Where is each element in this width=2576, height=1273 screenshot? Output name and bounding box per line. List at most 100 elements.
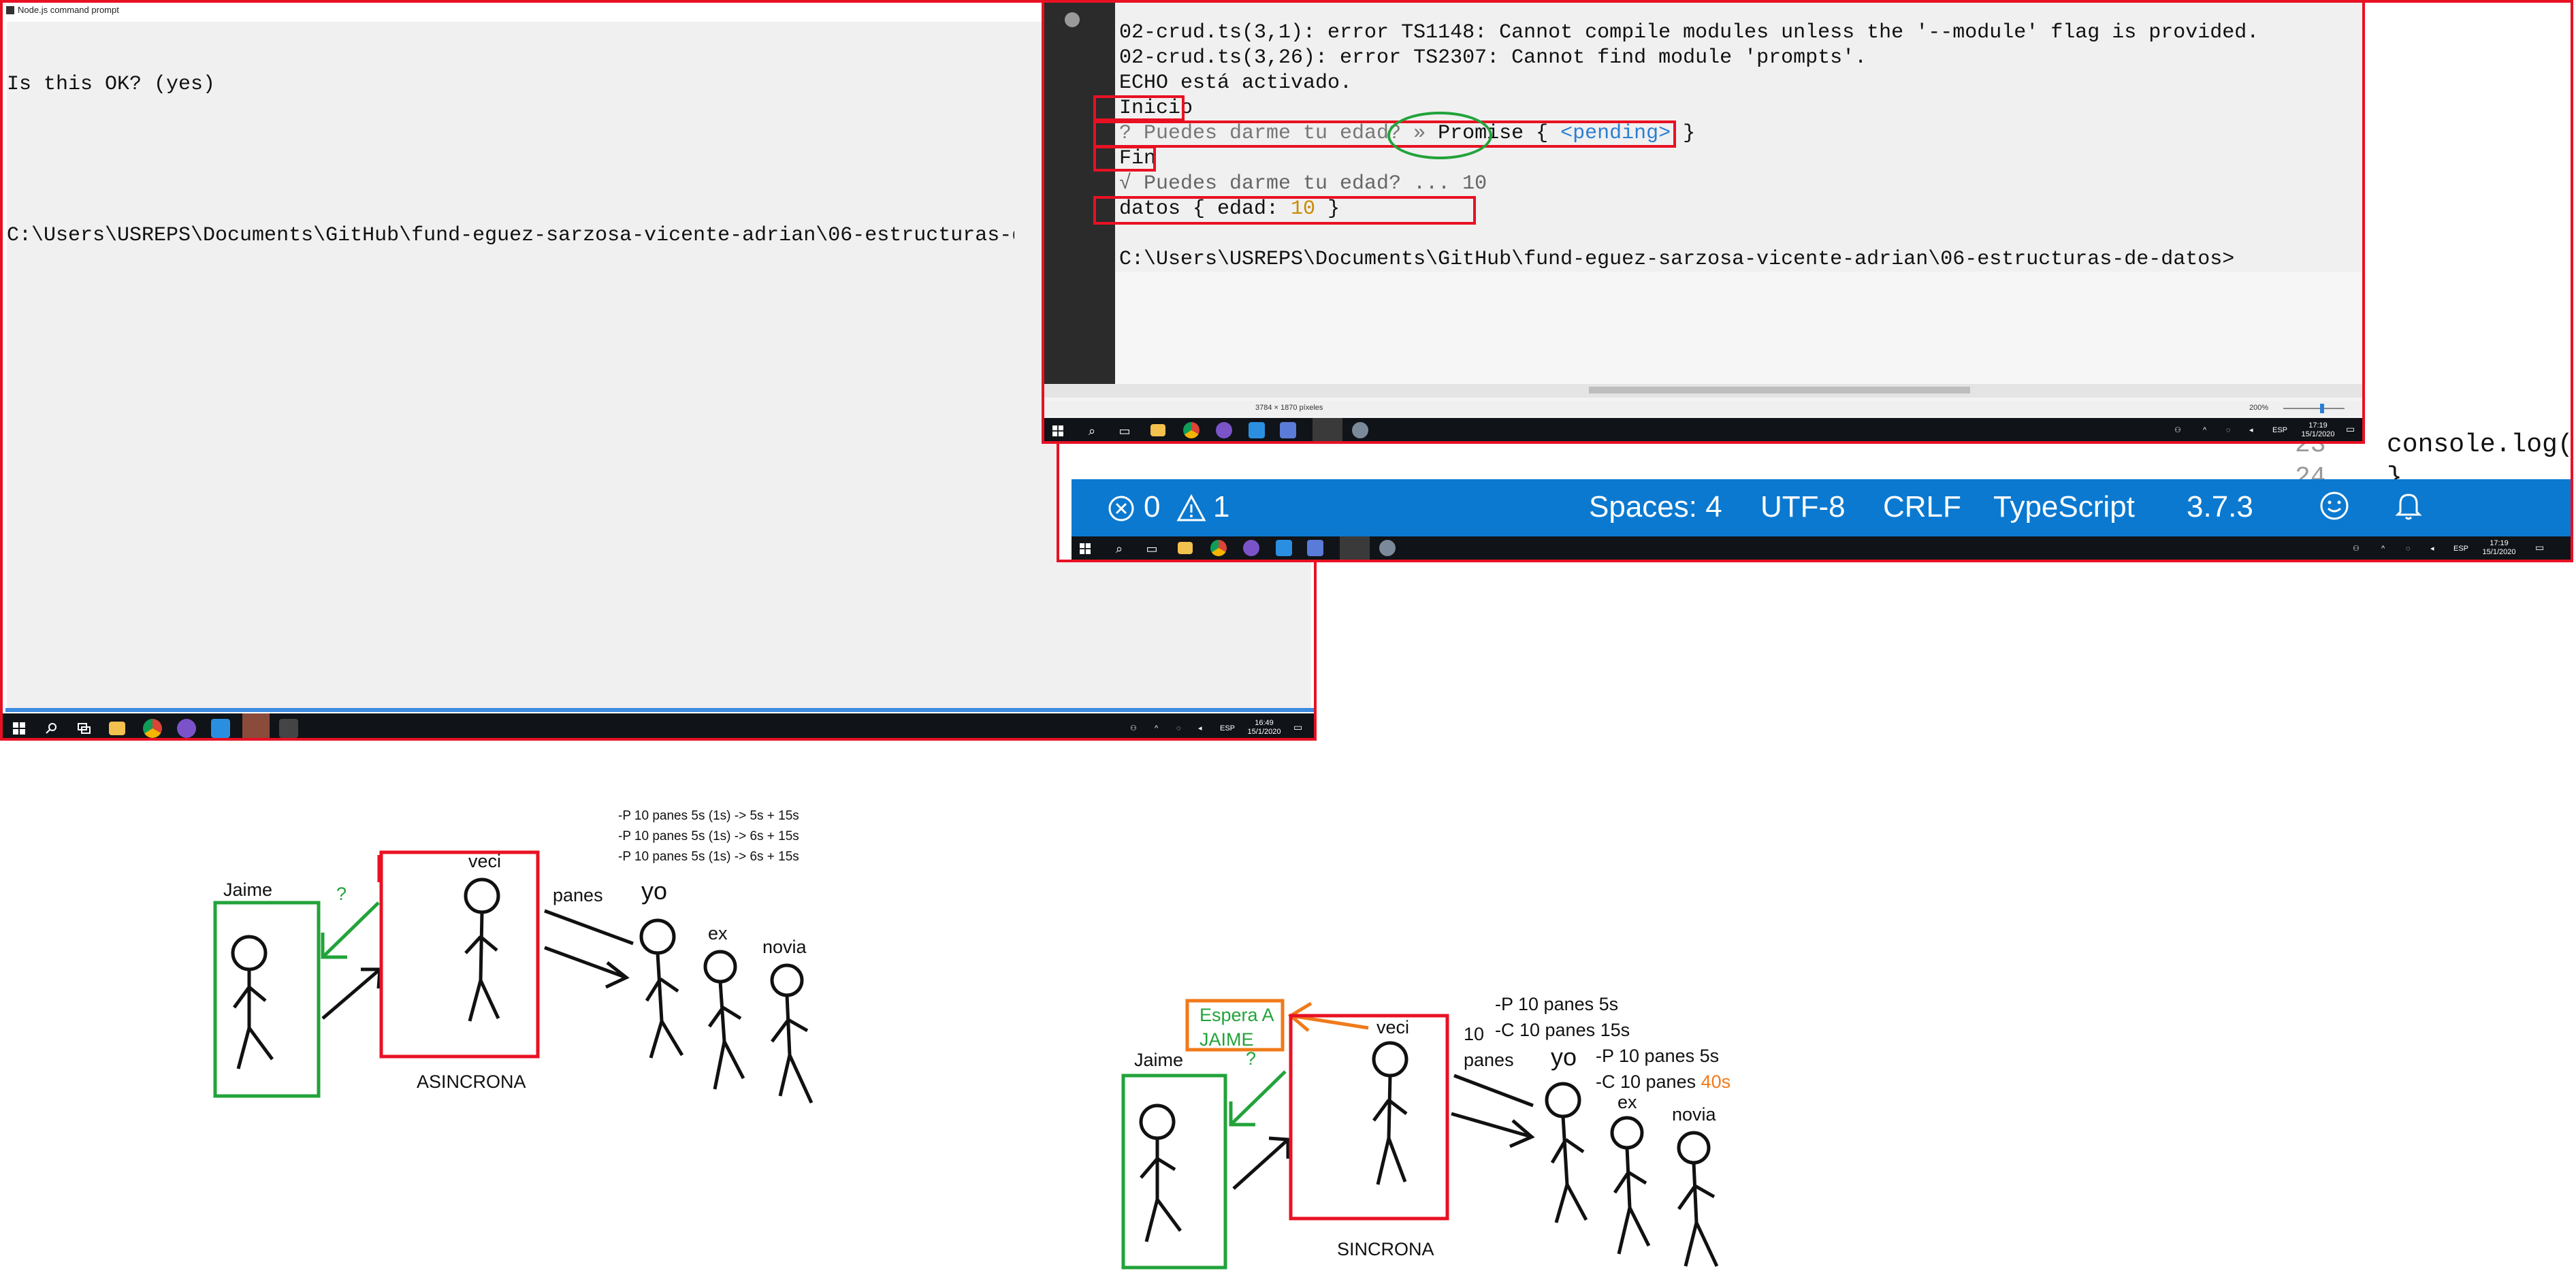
clock[interactable]: 17:19 15/1/2020 — [2301, 421, 2335, 439]
language-indicator[interactable]: ESP — [2453, 545, 2468, 553]
network-icon[interactable]: ◌ — [2226, 426, 2231, 435]
people-icon[interactable]: ⚇ — [2353, 545, 2360, 553]
green-arrow — [321, 901, 380, 959]
eol-setting[interactable]: CRLF — [1883, 490, 1961, 524]
chevron-up-icon[interactable]: ^ — [1155, 724, 1158, 733]
panes-label: panes — [553, 885, 603, 905]
chrome-icon[interactable] — [143, 719, 162, 738]
zoom-slider-thumb[interactable] — [2320, 404, 2324, 413]
errors-count[interactable]: 0 — [1144, 490, 1160, 524]
warnings-count[interactable]: 1 — [1213, 490, 1229, 524]
terminal-line: C:\Users\USREPS\Documents\GitHub\fund-eg… — [1119, 248, 2235, 271]
encoding-setting[interactable]: UTF-8 — [1760, 490, 1846, 524]
ex-label: ex — [708, 923, 728, 944]
clock-date: 15/1/2020 — [2482, 548, 2516, 556]
ex-figure — [703, 950, 745, 1090]
image-viewer-status: 3784 × 1870 píxeles 200% — [1044, 401, 2362, 416]
language-indicator[interactable]: ESP — [2272, 426, 2287, 435]
file-explorer-icon[interactable] — [1150, 424, 1165, 436]
clock[interactable]: 17:19 15/1/2020 — [2482, 539, 2516, 557]
search-icon[interactable] — [42, 719, 61, 738]
terminal-line-answer: √ Puedes darme tu edad? ... 10 — [1119, 172, 1487, 197]
windows-start-icon[interactable] — [1048, 421, 1067, 440]
black-arrow — [1232, 1136, 1290, 1190]
taskbar: ⌕ ▭ ⚇ ^ ◌ ◂ ESP 17:19 15/1/2020 ▭ — [1044, 418, 2362, 441]
notifications-icon[interactable]: ▭ — [2535, 543, 2544, 552]
language-mode[interactable]: TypeScript — [1993, 490, 2135, 524]
task-view-icon[interactable] — [75, 719, 94, 738]
app-icon[interactable] — [1379, 540, 1396, 556]
windows-start-icon[interactable] — [10, 719, 29, 738]
teams-icon[interactable] — [1307, 540, 1323, 556]
veci-label: veci — [468, 851, 502, 871]
search-icon[interactable]: ⌕ — [1110, 539, 1129, 558]
novia-label: novia — [1672, 1104, 1716, 1125]
task-view-icon[interactable]: ▭ — [1142, 539, 1161, 558]
code-line: console.log('Fin'); — [2387, 430, 2573, 460]
feedback-smiley-icon[interactable] — [2319, 490, 2350, 529]
people-icon[interactable]: ⚇ — [1130, 724, 1137, 733]
terminal-line: ECHO está activado. — [1119, 71, 1353, 95]
language-indicator[interactable]: ESP — [1220, 724, 1235, 733]
terminal-line: 02-crud.ts(3,26): error TS2307: Cannot f… — [1119, 46, 1867, 69]
volume-icon[interactable]: ◂ — [2249, 426, 2253, 435]
notifications-bell-icon[interactable] — [2395, 490, 2422, 529]
clock-time: 17:19 — [2490, 539, 2509, 547]
annotation-box-promise — [1093, 120, 1676, 148]
terminal-icon[interactable] — [279, 719, 298, 738]
app-icon[interactable] — [177, 719, 196, 738]
jaime-label: Jaime — [223, 880, 273, 900]
question-label: ? — [336, 884, 347, 904]
espera-label-line2: JAIME — [1200, 1029, 1254, 1050]
app-icon[interactable] — [1243, 540, 1259, 556]
scrollbar-thumb[interactable] — [1589, 387, 1970, 393]
horizontal-scrollbar[interactable] — [1044, 384, 2362, 398]
terminal-icon[interactable] — [1313, 418, 1342, 441]
chevron-up-icon[interactable]: ^ — [2203, 426, 2206, 435]
chrome-icon[interactable] — [1183, 422, 1200, 438]
indentation-setting[interactable]: Spaces: 4 — [1589, 490, 1722, 524]
chevron-up-icon[interactable]: ^ — [2381, 545, 2385, 553]
zoom-slider[interactable] — [2283, 404, 2345, 413]
console-output[interactable]: Is this OK? (yes) C:\Users\USREPS\Docume… — [7, 22, 1014, 711]
vscode-icon[interactable] — [211, 719, 230, 738]
windows-start-icon[interactable] — [1076, 539, 1095, 558]
vscode-icon[interactable] — [1249, 422, 1265, 438]
novia-label: novia — [762, 937, 807, 957]
clock[interactable]: 16:49 15/1/2020 — [1247, 719, 1281, 737]
veci-label: veci — [1376, 1017, 1410, 1037]
file-explorer-icon[interactable] — [1178, 542, 1193, 554]
sync-note-highlight: 40s — [1701, 1071, 1731, 1092]
active-app-icon[interactable] — [242, 713, 270, 738]
network-icon[interactable]: ◌ — [2406, 545, 2411, 553]
warning-icon[interactable] — [1176, 490, 1206, 524]
people-icon[interactable]: ⚇ — [2174, 426, 2181, 435]
task-view-icon[interactable]: ▭ — [1115, 421, 1134, 440]
ts-version[interactable]: 3.7.3 — [2187, 490, 2253, 524]
volume-icon[interactable]: ◂ — [1198, 724, 1202, 733]
errors-icon[interactable] — [1107, 490, 1136, 524]
vscode-icon[interactable] — [1276, 540, 1292, 556]
sync-drawing — [1121, 999, 1719, 1270]
terminal-icon[interactable] — [1340, 536, 1370, 560]
zoom-level[interactable]: 200% — [2249, 404, 2268, 412]
jaime-label: Jaime — [1134, 1050, 1184, 1070]
jaime-figure — [231, 935, 274, 1069]
network-icon[interactable]: ◌ — [1176, 724, 1181, 733]
teams-icon[interactable] — [1280, 422, 1296, 438]
terminal-line: 02-crud.ts(3,1): error TS1148: Cannot co… — [1119, 21, 2259, 44]
app-icon[interactable] — [1352, 422, 1368, 438]
yo-label: yo — [1551, 1043, 1577, 1071]
espera-label-line1: Espera A — [1200, 1005, 1274, 1025]
veci-box — [379, 850, 540, 1059]
volume-icon[interactable]: ◂ — [2430, 545, 2434, 553]
app-icon[interactable] — [1216, 422, 1232, 438]
console-line: C:\Users\USREPS\Documents\GitHub\fund-eg… — [7, 224, 1014, 247]
sidebar-dot-icon[interactable] — [1065, 12, 1080, 27]
chrome-icon[interactable] — [1210, 540, 1227, 556]
search-icon[interactable]: ⌕ — [1082, 421, 1101, 440]
file-explorer-icon[interactable] — [109, 722, 125, 735]
notifications-icon[interactable]: ▭ — [2346, 424, 2355, 434]
panes-arrows — [1451, 1074, 1535, 1148]
notifications-icon[interactable]: ▭ — [1293, 722, 1302, 732]
